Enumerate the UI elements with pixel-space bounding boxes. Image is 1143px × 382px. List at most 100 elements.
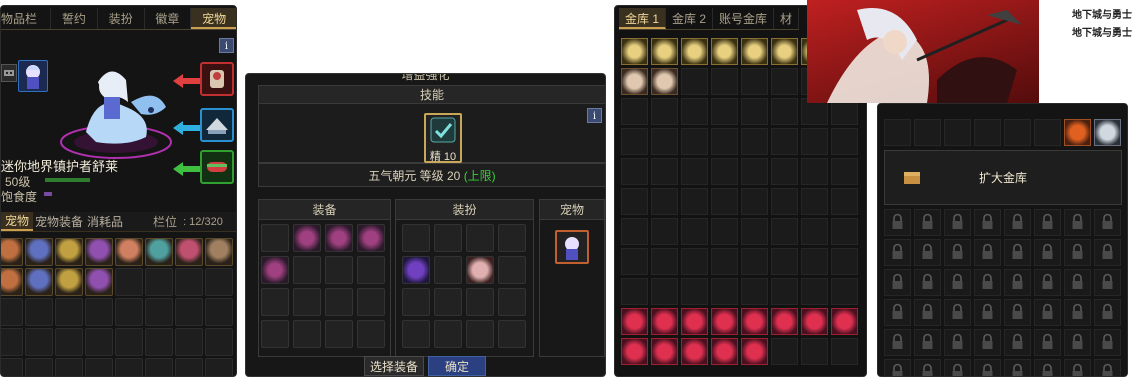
inventory-slot[interactable]: [55, 328, 83, 356]
storage-slot[interactable]: [651, 218, 678, 245]
storage-slot[interactable]: [621, 278, 648, 305]
storage-slot[interactable]: [771, 338, 798, 365]
avatar-item[interactable]: [402, 256, 430, 284]
locked-slot[interactable]: [1094, 359, 1121, 376]
storage-slot[interactable]: [711, 68, 738, 95]
storage-slot[interactable]: [771, 278, 798, 305]
storage-slot[interactable]: [801, 278, 828, 305]
locked-slot[interactable]: [1034, 359, 1061, 376]
avatar-item[interactable]: [466, 256, 494, 284]
storage-slot[interactable]: [651, 188, 678, 215]
locked-storage-item[interactable]: [621, 338, 648, 365]
locked-storage-item[interactable]: [801, 308, 828, 335]
storage-slot[interactable]: [831, 248, 858, 275]
inventory-slot[interactable]: [115, 268, 143, 296]
storage-slot[interactable]: [741, 68, 768, 95]
storage-slot[interactable]: [621, 188, 648, 215]
inventory-slot[interactable]: [145, 358, 173, 376]
equipment-slot[interactable]: [325, 256, 353, 284]
info-button[interactable]: i: [219, 38, 234, 53]
locked-storage-item[interactable]: [651, 308, 678, 335]
pet-small-icon[interactable]: [1, 64, 17, 82]
tab-account-vault[interactable]: 账号金库: [713, 8, 775, 29]
locked-slot[interactable]: [1004, 239, 1031, 266]
avatar-slot[interactable]: [466, 288, 494, 316]
locked-slot[interactable]: [1004, 209, 1031, 236]
storage-slot[interactable]: [831, 128, 858, 155]
storage-slot[interactable]: [944, 119, 971, 146]
locked-slot[interactable]: [884, 329, 911, 356]
pet-inventory-item[interactable]: [85, 238, 113, 266]
tab-vault-2[interactable]: 金库 2: [666, 8, 714, 29]
inventory-slot[interactable]: [115, 358, 143, 376]
locked-slot[interactable]: [914, 359, 941, 376]
tab-emblem[interactable]: 徽章: [145, 8, 192, 29]
inventory-slot[interactable]: [145, 328, 173, 356]
inventory-slot[interactable]: [85, 328, 113, 356]
locked-storage-item[interactable]: [621, 308, 648, 335]
storage-item[interactable]: [771, 38, 798, 65]
avatar-slot[interactable]: [466, 320, 494, 348]
storage-slot[interactable]: [651, 158, 678, 185]
storage-slot[interactable]: [741, 278, 768, 305]
locked-slot[interactable]: [1034, 269, 1061, 296]
storage-slot[interactable]: [741, 188, 768, 215]
locked-slot[interactable]: [974, 239, 1001, 266]
locked-slot[interactable]: [1004, 299, 1031, 326]
storage-item[interactable]: [1064, 119, 1091, 146]
avatar-slot[interactable]: [402, 224, 430, 252]
locked-slot[interactable]: [1094, 299, 1121, 326]
tab-avatar[interactable]: 装扮: [98, 8, 145, 29]
storage-slot[interactable]: [1034, 119, 1061, 146]
storage-slot[interactable]: [711, 278, 738, 305]
storage-slot[interactable]: [801, 248, 828, 275]
promo-banner[interactable]: 地下城与勇士 地下城与勇士: [807, 0, 1143, 103]
inventory-slot[interactable]: [205, 268, 233, 296]
locked-slot[interactable]: [884, 359, 911, 376]
equipment-slot[interactable]: [261, 288, 289, 316]
locked-slot[interactable]: [974, 269, 1001, 296]
equipment-slot[interactable]: [293, 256, 321, 284]
avatar-slot[interactable]: [434, 224, 462, 252]
locked-storage-item[interactable]: [711, 308, 738, 335]
equipment-slot[interactable]: [357, 320, 385, 348]
storage-item[interactable]: [651, 38, 678, 65]
storage-item[interactable]: [621, 68, 648, 95]
storage-slot[interactable]: [771, 248, 798, 275]
locked-slot[interactable]: [1064, 359, 1091, 376]
locked-storage-item[interactable]: [681, 308, 708, 335]
inventory-slot[interactable]: [25, 298, 53, 326]
pet-inventory-item[interactable]: [25, 238, 53, 266]
equipment-item[interactable]: [325, 224, 353, 252]
storage-slot[interactable]: [651, 278, 678, 305]
pet-inventory-item[interactable]: [175, 238, 203, 266]
storage-slot[interactable]: [681, 68, 708, 95]
inventory-slot[interactable]: [25, 328, 53, 356]
storage-item[interactable]: [741, 38, 768, 65]
storage-slot[interactable]: [711, 128, 738, 155]
storage-slot[interactable]: [771, 98, 798, 125]
storage-slot[interactable]: [1004, 119, 1031, 146]
locked-slot[interactable]: [944, 299, 971, 326]
storage-item[interactable]: [711, 38, 738, 65]
equipment-slot[interactable]: [325, 288, 353, 316]
inventory-slot[interactable]: [55, 358, 83, 376]
inventory-slot[interactable]: [175, 268, 203, 296]
locked-slot[interactable]: [914, 269, 941, 296]
storage-slot[interactable]: [831, 338, 858, 365]
locked-storage-item[interactable]: [711, 338, 738, 365]
storage-slot[interactable]: [621, 128, 648, 155]
storage-slot[interactable]: [801, 218, 828, 245]
inventory-slot[interactable]: [1, 298, 23, 326]
locked-storage-item[interactable]: [771, 308, 798, 335]
storage-slot[interactable]: [711, 248, 738, 275]
pet-inventory-item[interactable]: [55, 238, 83, 266]
locked-slot[interactable]: [884, 299, 911, 326]
locked-slot[interactable]: [944, 269, 971, 296]
storage-slot[interactable]: [801, 338, 828, 365]
storage-slot[interactable]: [771, 68, 798, 95]
locked-slot[interactable]: [1064, 269, 1091, 296]
storage-slot[interactable]: [651, 128, 678, 155]
pet-inventory-item[interactable]: [1, 268, 23, 296]
locked-slot[interactable]: [914, 299, 941, 326]
